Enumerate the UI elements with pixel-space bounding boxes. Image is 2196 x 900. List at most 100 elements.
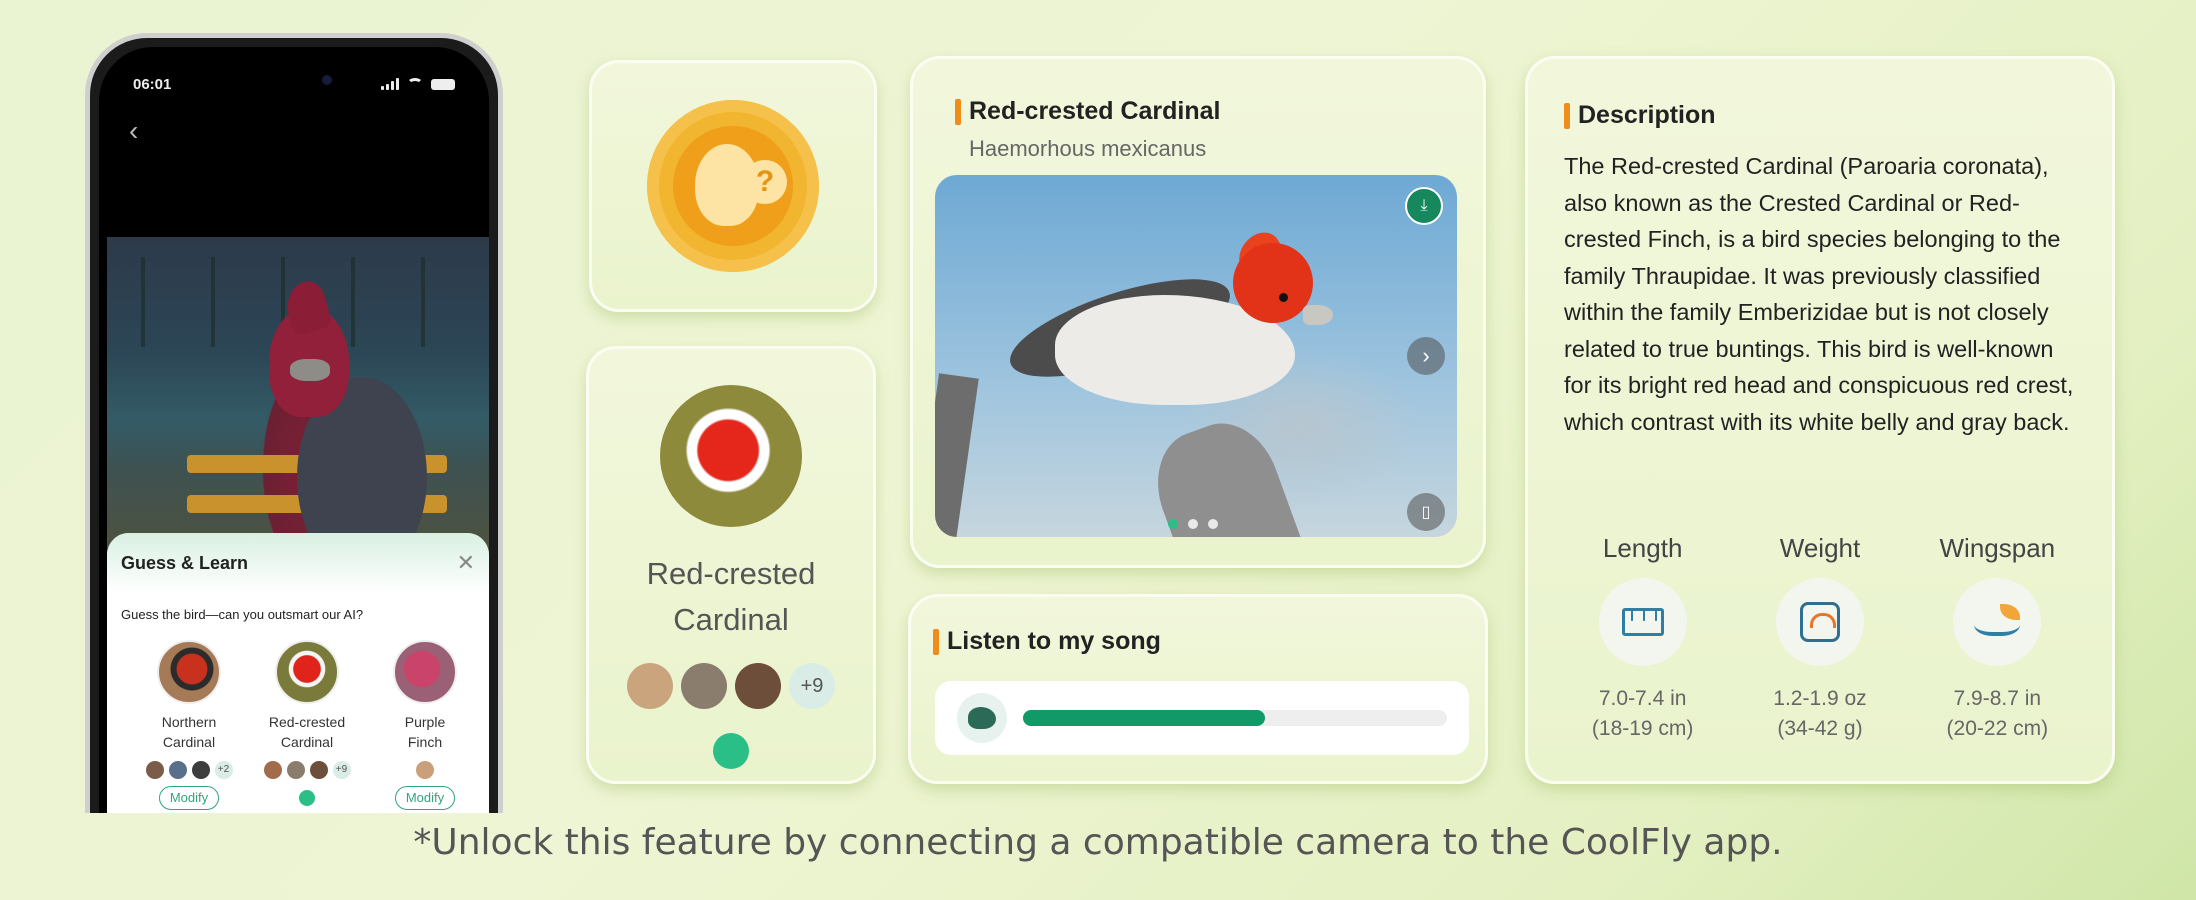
stat-label: Weight bbox=[1779, 533, 1861, 563]
audio-player bbox=[935, 681, 1469, 755]
signal-icon bbox=[381, 78, 399, 90]
phone-mockup: 06:01 ‹ ♡ Guess & Learn ✕ Guess the bird… bbox=[85, 33, 503, 813]
stat-wingspan: Wingspan 7.9-8.7 in (20-22 cm) bbox=[1909, 533, 2086, 744]
rotate-icon[interactable]: ▯ bbox=[1407, 493, 1445, 531]
status-time: 06:01 bbox=[133, 75, 172, 93]
choice-name: Finch bbox=[407, 734, 443, 750]
voter-avatars bbox=[375, 760, 475, 780]
gauge-shape bbox=[1799, 602, 1840, 642]
stat-value-metric: (20-22 cm) bbox=[1946, 717, 2049, 740]
stat-value: 7.0-7.4 in (18-19 cm) bbox=[1554, 684, 1731, 744]
song-progress-fill bbox=[1023, 710, 1265, 726]
song-card: Listen to my song bbox=[908, 594, 1488, 784]
stat-label: Length bbox=[1602, 533, 1683, 563]
modify-button[interactable]: Modify bbox=[158, 786, 220, 810]
voter-avatars: +9 bbox=[257, 760, 357, 780]
question-mark-icon: ? bbox=[743, 160, 787, 204]
description-card: Description The Red-crested Cardinal (Pa… bbox=[1525, 56, 2115, 784]
bird-title: Red-crested Cardinal bbox=[955, 97, 1483, 126]
choice-purple-finch[interactable]: Purple Finch Modify bbox=[375, 640, 475, 810]
bird-icon bbox=[968, 707, 996, 729]
voter-avatars: +9 bbox=[589, 663, 873, 709]
description-text: The Red-crested Cardinal (Paroaria coron… bbox=[1564, 153, 2074, 435]
bird-name: Red-crested Cardinal bbox=[589, 551, 873, 643]
choice-name: Cardinal bbox=[280, 734, 334, 750]
bird-avatar bbox=[157, 640, 221, 704]
bird-name-line: Cardinal bbox=[673, 602, 789, 637]
avatar bbox=[144, 760, 165, 780]
avatar bbox=[627, 663, 673, 709]
more-count: +9 bbox=[789, 663, 835, 709]
song-progress-bar[interactable] bbox=[1023, 710, 1447, 726]
bird-avatar bbox=[660, 385, 802, 527]
carousel-dot[interactable] bbox=[1168, 519, 1178, 529]
branch bbox=[1141, 409, 1309, 537]
description-title: Description bbox=[1564, 101, 2112, 130]
avatar bbox=[681, 663, 727, 709]
more-count: +2 bbox=[213, 760, 234, 780]
stat-weight: Weight 1.2-1.9 oz (34-42 g) bbox=[1731, 533, 1908, 744]
save-image-icon[interactable]: ⤓ bbox=[1405, 187, 1443, 225]
stat-length: Length 7.0-7.4 in (18-19 cm) bbox=[1554, 533, 1731, 744]
bird-choices: Northern Cardinal +2 Modify Red-crested … bbox=[107, 622, 489, 810]
voter-avatars: +2 bbox=[139, 760, 239, 780]
footnote: *Unlock this feature by connecting a com… bbox=[413, 822, 1783, 863]
avatar bbox=[262, 760, 283, 780]
avatar bbox=[190, 760, 211, 780]
carousel-dot[interactable] bbox=[1208, 519, 1218, 529]
selected-indicator[interactable] bbox=[713, 733, 749, 769]
battery-icon bbox=[431, 78, 455, 90]
bird-eye bbox=[1279, 293, 1288, 302]
ruler-shape bbox=[1621, 608, 1664, 636]
carousel-dot[interactable] bbox=[1188, 519, 1198, 529]
wingspan-icon bbox=[1953, 578, 2042, 666]
stat-value: 7.9-8.7 in (20-22 cm) bbox=[1909, 684, 2086, 744]
bird-photo-card: Red-crested Cardinal Haemorhous mexicanu… bbox=[910, 56, 1486, 568]
scientific-name: Haemorhous mexicanus bbox=[969, 136, 1207, 161]
avatar bbox=[415, 760, 435, 780]
wing-shape bbox=[1974, 604, 2021, 636]
bird-stats: Length 7.0-7.4 in (18-19 cm) Weight 1.2-… bbox=[1554, 533, 2086, 744]
guess-learn-sheet: Guess & Learn ✕ Guess the bird—can you o… bbox=[107, 533, 489, 813]
bird-avatar bbox=[393, 640, 457, 704]
stat-value-metric: (34-42 g) bbox=[1777, 717, 1863, 740]
choice-name: Red-crested bbox=[268, 714, 346, 730]
branch bbox=[935, 373, 979, 537]
bird-photo[interactable]: ⤓ › ▯ bbox=[935, 175, 1457, 537]
avatar bbox=[735, 663, 781, 709]
choice-name: Northern bbox=[161, 714, 217, 730]
chevron-right-icon[interactable]: › bbox=[1407, 337, 1445, 375]
bird-beak bbox=[1303, 305, 1333, 325]
choice-northern-cardinal[interactable]: Northern Cardinal +2 Modify bbox=[139, 640, 239, 810]
chevron-left-icon[interactable]: ‹ bbox=[129, 115, 138, 147]
stat-value-imperial: 7.9-8.7 in bbox=[1953, 687, 2042, 710]
bird-beak bbox=[290, 359, 330, 381]
sheet-title: Guess & Learn bbox=[121, 552, 249, 573]
bird-song-icon[interactable] bbox=[957, 693, 1007, 743]
camera-feed: ♡ bbox=[107, 237, 489, 567]
bird-name-line: Red-crested bbox=[646, 556, 816, 591]
selected-indicator[interactable] bbox=[299, 790, 315, 806]
bird-head bbox=[1233, 243, 1313, 323]
song-title: Listen to my song bbox=[933, 627, 1485, 656]
more-count: +9 bbox=[331, 760, 352, 780]
modify-button[interactable]: Modify bbox=[394, 786, 456, 810]
stat-value-imperial: 7.0-7.4 in bbox=[1598, 687, 1687, 710]
phone-screen: 06:01 ‹ ♡ Guess & Learn ✕ Guess the bird… bbox=[99, 47, 489, 813]
choice-red-crested-cardinal[interactable]: Red-crested Cardinal +9 bbox=[257, 640, 357, 810]
sheet-header: Guess & Learn ✕ bbox=[107, 533, 489, 593]
guess-feature-card: ? bbox=[589, 60, 877, 312]
stat-value-imperial: 1.2-1.9 oz bbox=[1773, 687, 1867, 710]
status-bar: 06:01 bbox=[133, 73, 455, 95]
bird-profile-card: Red-crested Cardinal +9 bbox=[586, 346, 876, 784]
coin-inner: ? bbox=[673, 126, 793, 246]
status-icons bbox=[381, 78, 455, 90]
avatar bbox=[167, 760, 188, 780]
close-icon[interactable]: ✕ bbox=[457, 550, 475, 576]
choice-name: Purple bbox=[404, 714, 446, 730]
bird-question-icon: ? bbox=[647, 100, 819, 272]
stat-value-metric: (18-19 cm) bbox=[1591, 717, 1694, 740]
wifi-icon bbox=[407, 78, 423, 90]
sheet-question: Guess the bird—can you outsmart our AI? bbox=[121, 607, 364, 622]
bird-avatar bbox=[275, 640, 339, 704]
